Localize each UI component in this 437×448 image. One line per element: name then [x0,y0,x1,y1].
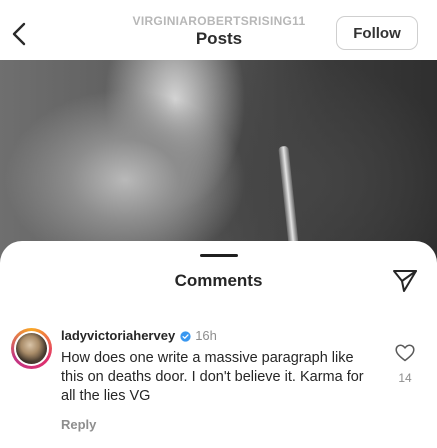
back-button[interactable] [6,20,32,48]
screen: VIRGINIAROBERTSRISING11 Posts Follow Com… [0,0,437,448]
page-title: Posts [195,29,243,48]
comment-body: ladyvictoriahervey 16h How does one writ… [61,328,366,434]
media-highlight [278,145,300,257]
paper-plane-icon [393,270,417,292]
header-username[interactable]: VIRGINIAROBERTSRISING11 [90,13,348,29]
heart-outline-icon [395,344,415,362]
comment-meta: ladyvictoriahervey 16h [61,328,366,344]
like-count: 14 [398,371,412,385]
follow-button[interactable]: Follow [336,16,418,50]
comments-title: Comments [174,271,263,290]
comments-sheet: Comments ladyvictoriahervey 16h How does… [0,241,437,448]
comment-item: ladyvictoriahervey 16h How does one writ… [0,323,437,443]
top-header: VIRGINIAROBERTSRISING11 Posts Follow [0,0,437,60]
drag-handle[interactable] [200,254,238,257]
comment-username[interactable]: ladyvictoriahervey [61,328,175,344]
header-titles: VIRGINIAROBERTSRISING11 Posts [90,13,348,49]
avatar[interactable] [11,328,52,369]
share-button[interactable] [391,267,419,295]
verified-badge-icon [180,330,191,342]
like-button[interactable] [394,343,416,363]
avatar-photo [16,333,47,364]
comment-timestamp: 16h [195,328,217,343]
reply-button[interactable]: Reply [61,417,96,433]
comment-text: How does one write a massive paragraph l… [61,350,364,404]
chevron-left-icon [12,22,26,46]
